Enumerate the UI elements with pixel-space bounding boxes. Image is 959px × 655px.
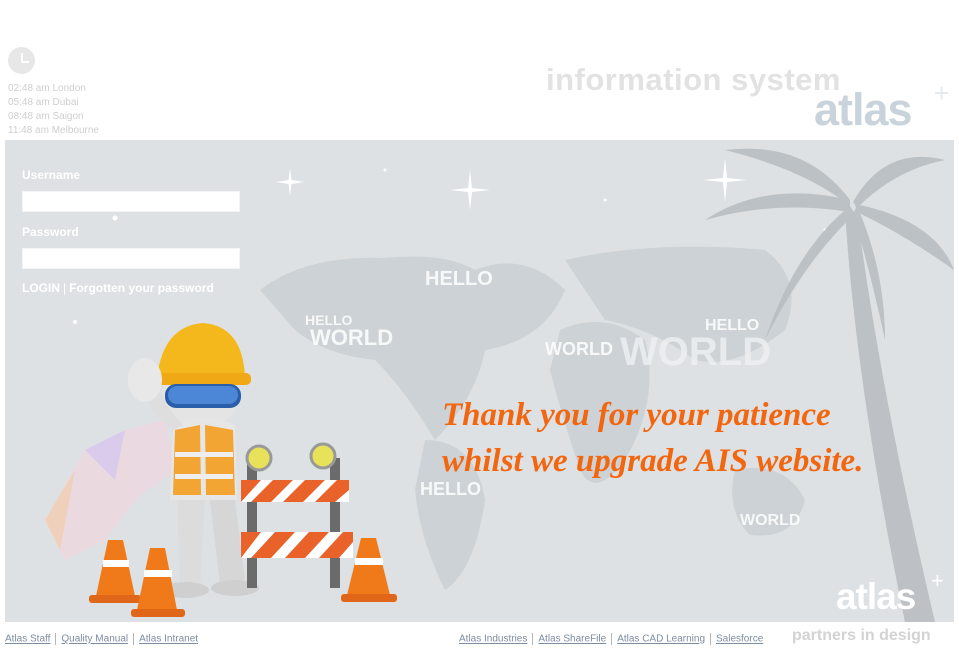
banner-atlas-logo: atlas	[836, 576, 916, 617]
footer-divider	[710, 633, 712, 645]
footer-link-quality-manual[interactable]: Quality Manual	[61, 634, 128, 645]
atlas-logo: atlas	[814, 84, 913, 135]
login-button[interactable]: LOGIN	[22, 281, 60, 295]
footer-right-links: Atlas Industries Atlas ShareFile Atlas CAD…	[459, 633, 763, 645]
map-word: WORLD	[545, 339, 613, 359]
barricade	[241, 442, 353, 588]
footer-link-atlas-intranet[interactable]: Atlas Intranet	[139, 634, 198, 645]
password-label: Password	[22, 225, 79, 239]
polygon-horse	[45, 420, 175, 560]
footer-divider	[532, 633, 534, 645]
map-word: HELLO	[425, 268, 493, 290]
forgot-password-link[interactable]: Forgotten your password	[69, 281, 214, 295]
palm-tree	[705, 148, 954, 622]
map-word: WORLD	[740, 512, 800, 529]
map-word: WORLD	[310, 325, 393, 350]
brand-system-text: information system	[546, 62, 841, 97]
footer-left-links: Atlas Staff Quality Manual Atlas Intranet	[5, 633, 198, 645]
footer-link-salesforce[interactable]: Salesforce	[716, 634, 763, 645]
message-line-2: whilst we upgrade AIS website.	[442, 443, 864, 479]
maintenance-message: Thank you for your patience whilst we up…	[442, 392, 863, 484]
map-word: HELLO	[705, 317, 759, 334]
time-london: 02:48 am London	[8, 83, 86, 94]
footer-link-atlas-industries[interactable]: Atlas Industries	[459, 634, 527, 645]
footer-link-atlas-sharefile[interactable]: Atlas ShareFile	[538, 634, 606, 645]
map-word: HELLO	[305, 312, 353, 328]
map-word: WORLD	[620, 330, 771, 374]
maintenance-banner: HELLO WORLD HELLO WORLD HELLO WORLD HELL…	[5, 140, 954, 622]
username-input[interactable]	[22, 191, 240, 212]
footer-divider	[133, 633, 135, 645]
footer-divider	[611, 633, 613, 645]
separator: |	[63, 281, 67, 295]
logo-plus-icon: +	[934, 78, 950, 108]
clock-icon	[8, 47, 35, 74]
login-actions: LOGIN | Forgotten your password	[22, 281, 240, 295]
footer-link-atlas-staff[interactable]: Atlas Staff	[5, 634, 50, 645]
tagline: partners in design	[792, 627, 931, 644]
time-melbourne: 11:48 am Melbourne	[8, 125, 99, 136]
login-form: Username Password LOGIN | Forgotten your p…	[22, 167, 240, 295]
password-input[interactable]	[22, 248, 240, 269]
time-saigon: 08:48 am Saigon	[8, 111, 84, 122]
message-line-1: Thank you for your patience	[442, 397, 831, 433]
username-label: Username	[22, 168, 81, 182]
world-clock: 02:48 am London 05:48 am Dubai 08:48 am …	[8, 82, 99, 138]
footer-link-atlas-cad-learning[interactable]: Atlas CAD Learning	[617, 634, 705, 645]
time-dubai: 05:48 am Dubai	[8, 97, 79, 108]
banner-plus-icon: +	[931, 568, 944, 593]
footer-divider	[55, 633, 57, 645]
